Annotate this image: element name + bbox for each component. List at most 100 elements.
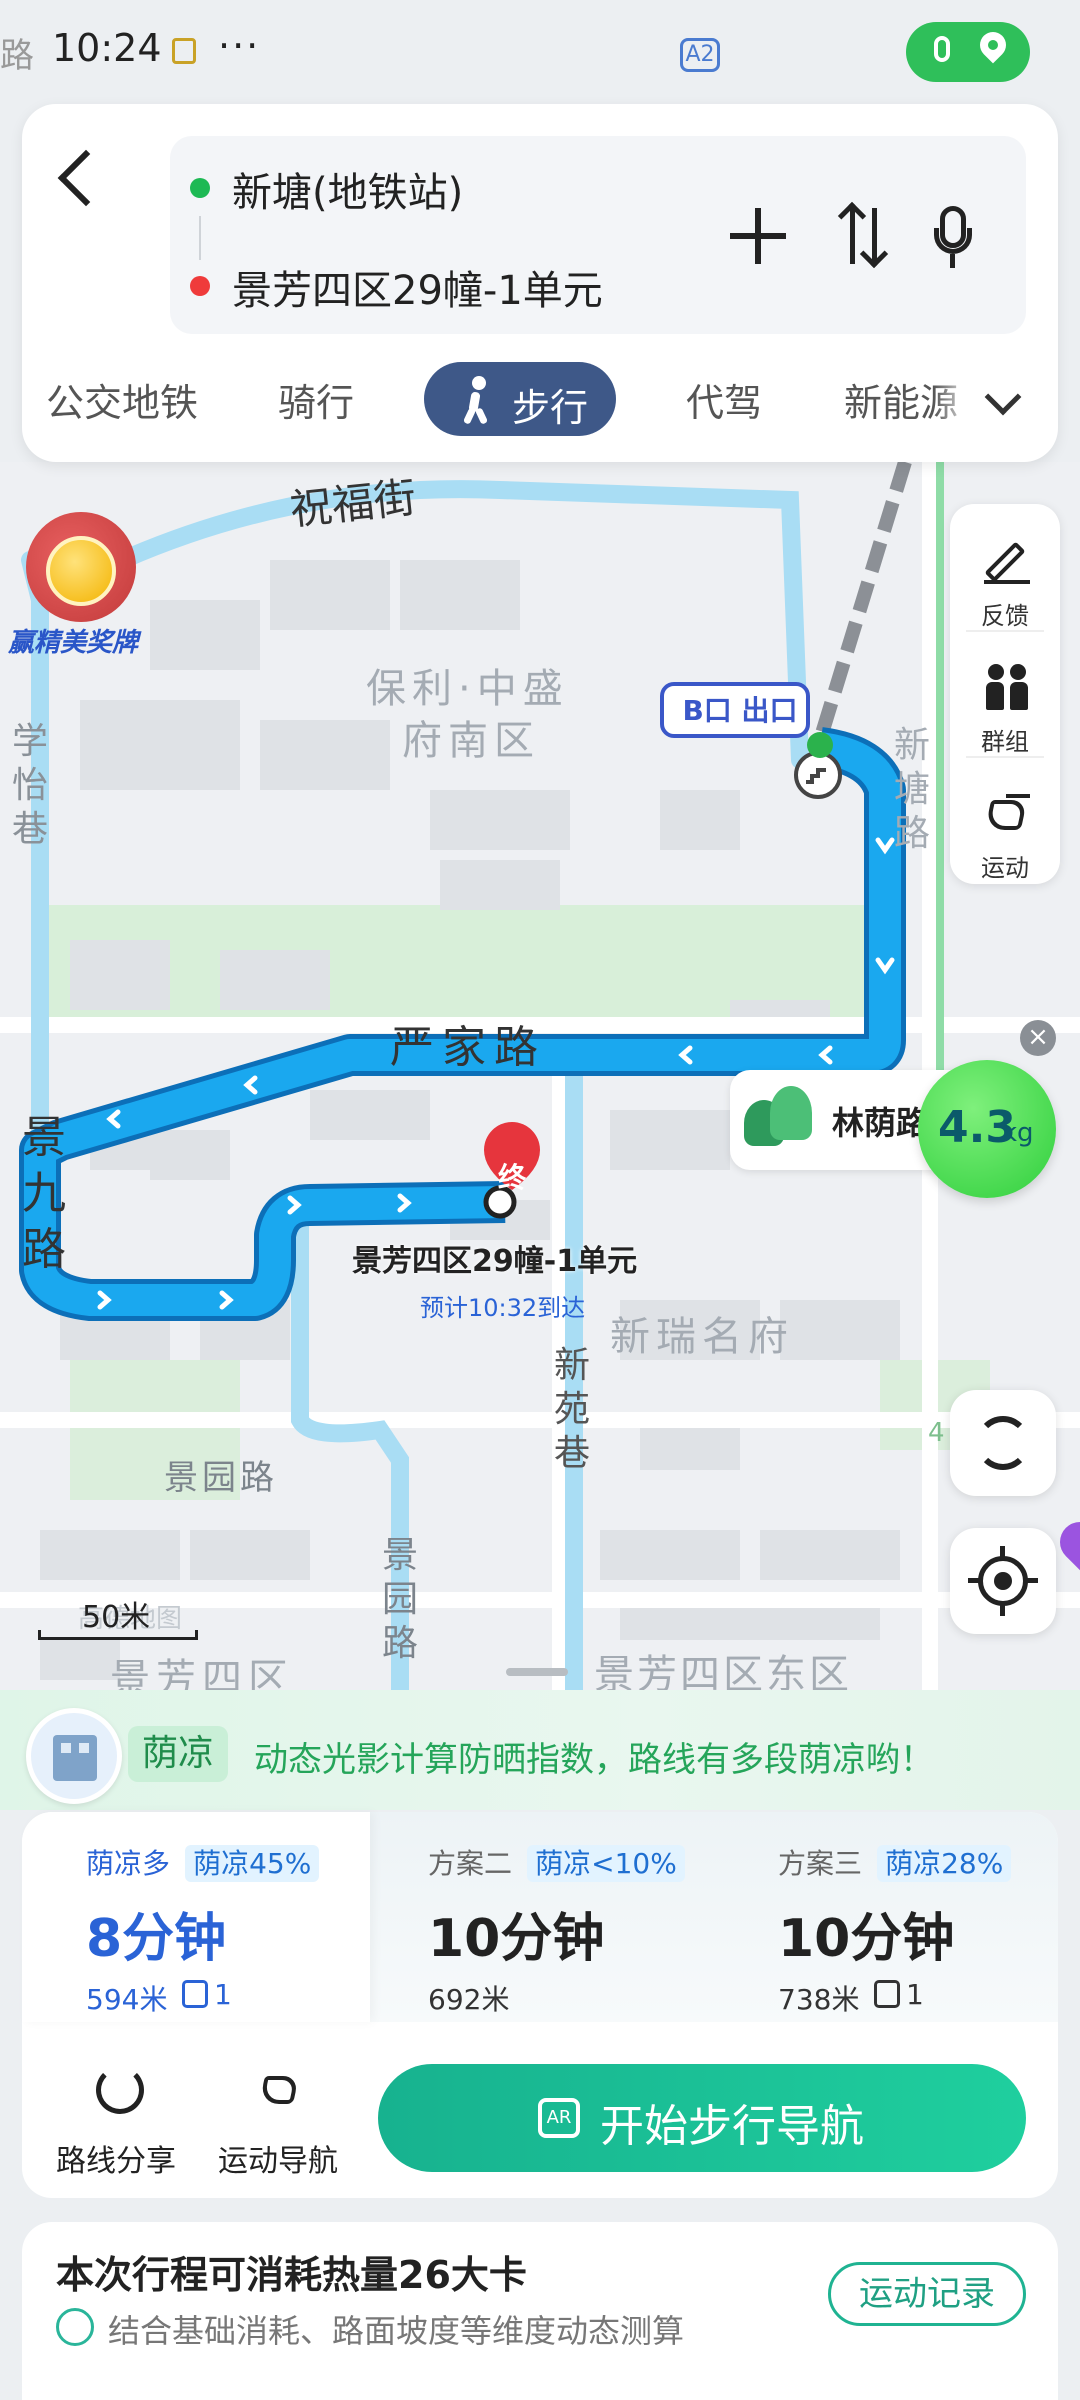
note-icon bbox=[172, 38, 196, 64]
plan-2[interactable]: 方案二 荫凉<10% bbox=[428, 1842, 685, 1882]
tab-fade bbox=[934, 366, 974, 428]
start-walking-nav-label: 开始步行导航 bbox=[600, 2101, 864, 2152]
building-icon bbox=[26, 1708, 122, 1804]
shade-description: 动态光影计算防晒指数，路线有多段荫凉哟！ bbox=[254, 1740, 934, 1780]
refresh-button[interactable] bbox=[950, 1390, 1056, 1496]
plan-1-time: 8分钟 bbox=[86, 1909, 227, 1969]
voice-location-indicator[interactable] bbox=[906, 22, 1030, 82]
sport-shoe-icon bbox=[984, 790, 1030, 836]
road-badge: A2 bbox=[680, 38, 720, 72]
end-dot-icon bbox=[190, 276, 210, 296]
running-shoe-icon bbox=[259, 2068, 304, 2112]
road-label-xueyi: 学怡巷 bbox=[11, 721, 48, 850]
share-icon bbox=[96, 2066, 144, 2114]
plan-1[interactable]: 荫凉多 荫凉45% bbox=[86, 1842, 320, 1882]
traffic-light-icon bbox=[874, 1980, 900, 2008]
plan-1-distance: 594米 bbox=[86, 1983, 168, 2016]
road-label-yanjia: 严家路 bbox=[390, 1022, 546, 1073]
start-dot-icon bbox=[190, 178, 210, 198]
road-label-xinyuan: 新苑巷 bbox=[553, 1345, 590, 1474]
road-label-xintang: 新塘路 bbox=[893, 725, 930, 854]
group-icon bbox=[984, 664, 1030, 710]
calorie-subtitle: 结合基础消耗、路面坡度等维度动态测算 bbox=[108, 2312, 685, 2350]
tab-transit[interactable]: 公交地铁 bbox=[46, 372, 198, 427]
pencil-icon bbox=[984, 538, 1030, 584]
medal-icon bbox=[46, 536, 116, 606]
exercise-record-button[interactable]: 运动记录 bbox=[828, 2262, 1026, 2326]
sport-nav-button[interactable]: 运动导航 bbox=[206, 2060, 356, 2180]
map-tools-panel: 反馈 群组 运动 bbox=[950, 504, 1060, 884]
road-label-jingjiu: 景九路 bbox=[22, 1112, 66, 1275]
destination-name: 景芳四区29幢-1单元 bbox=[352, 1244, 638, 1279]
plan-1-name: 荫凉多 bbox=[86, 1847, 171, 1880]
plan-3-time[interactable]: 10分钟 bbox=[778, 1896, 954, 1971]
road-label-jingyuan-v: 景园路 bbox=[381, 1535, 418, 1664]
scale-bar bbox=[38, 1630, 198, 1640]
start-walking-nav-button[interactable]: AR 开始步行导航 bbox=[378, 2064, 1026, 2172]
tab-walking-label: 步行 bbox=[512, 386, 589, 430]
refresh-icon bbox=[976, 1416, 1030, 1470]
sport-nav-label: 运动导航 bbox=[218, 2144, 338, 2179]
map-view[interactable]: 祝福街 学怡巷 新塘路 严家路 景九路 景园路 景园路 新苑巷 保利·中盛 府南… bbox=[0, 462, 1080, 1690]
plan-3-tag: 荫凉28% bbox=[877, 1845, 1012, 1882]
tool-sport-label: 运动 bbox=[981, 854, 1029, 882]
map-edge-number: 4 bbox=[928, 1418, 945, 1448]
tab-cycling[interactable]: 骑行 bbox=[278, 372, 354, 427]
area-label-baoli-2: 府南区 bbox=[402, 718, 540, 764]
location-pin-icon bbox=[974, 26, 1012, 64]
plan-2-name: 方案二 bbox=[428, 1847, 513, 1880]
locate-button[interactable] bbox=[950, 1528, 1056, 1634]
more-notifications-icon: ··· bbox=[218, 24, 261, 68]
trees-icon bbox=[744, 1086, 814, 1150]
share-route-button[interactable]: 路线分享 bbox=[46, 2060, 196, 2180]
add-waypoint-icon[interactable] bbox=[730, 208, 786, 264]
swap-route-icon[interactable] bbox=[837, 201, 890, 269]
tool-sport[interactable]: 运动 bbox=[950, 770, 1060, 882]
plan-3[interactable]: 方案三 荫凉28% bbox=[778, 1842, 1012, 1882]
traffic-light-icon bbox=[182, 1980, 208, 2008]
plan-1-tag: 荫凉45% bbox=[185, 1845, 320, 1882]
destination-field[interactable]: 景芳四区29幢-1单元 bbox=[232, 258, 603, 316]
tool-group-label: 群组 bbox=[981, 728, 1029, 756]
plan-2-tag: 荫凉<10% bbox=[527, 1845, 685, 1882]
tool-group[interactable]: 群组 bbox=[950, 644, 1060, 756]
tool-feedback-label: 反馈 bbox=[981, 602, 1029, 630]
atom-icon bbox=[56, 2308, 94, 2346]
voice-input-icon[interactable] bbox=[934, 206, 974, 268]
status-bar: 路 10:24 ··· A2 bbox=[0, 0, 1080, 100]
origin-field[interactable]: 新塘(地铁站) bbox=[232, 160, 463, 218]
share-route-label: 路线分享 bbox=[56, 2144, 176, 2179]
tab-walking[interactable]: 步行 bbox=[424, 362, 616, 436]
plan-2-distance: 692米 bbox=[428, 1983, 510, 2016]
area-label-jingfang4: 景芳四区 bbox=[110, 1656, 294, 1690]
shade-badge: 荫凉 bbox=[128, 1726, 228, 1782]
shade-poi-label: 林荫路 bbox=[832, 1104, 929, 1142]
status-left-edge-text: 路 bbox=[0, 36, 34, 76]
status-time: 10:24 bbox=[52, 26, 162, 70]
calorie-title: 本次行程可消耗热量26大卡 bbox=[56, 2253, 527, 2297]
exit-label: B口 出口 bbox=[682, 694, 798, 727]
promo-medal[interactable] bbox=[12, 510, 152, 622]
crosshair-icon bbox=[994, 1572, 1012, 1590]
plan-3-distance: 738米 bbox=[778, 1983, 860, 2016]
area-label-baoli-1: 保利·中盛 bbox=[366, 666, 569, 712]
plan-2-time[interactable]: 10分钟 bbox=[428, 1896, 604, 1971]
road-label-jingyuan-h: 景园路 bbox=[164, 1458, 278, 1498]
plan-3-name: 方案三 bbox=[778, 1847, 863, 1880]
tab-designated-driver[interactable]: 代驾 bbox=[686, 372, 762, 427]
carbon-bubble[interactable]: 4.3 kg bbox=[918, 1060, 1056, 1198]
close-icon[interactable]: × bbox=[1020, 1020, 1056, 1056]
promo-label: 赢精美奖牌 bbox=[8, 628, 139, 658]
carbon-unit: kg bbox=[1002, 1118, 1034, 1148]
tool-feedback[interactable]: 反馈 bbox=[950, 518, 1060, 630]
destination-marker-label: 终 bbox=[497, 1161, 526, 1194]
drag-handle[interactable] bbox=[506, 1668, 568, 1676]
ar-icon: AR bbox=[538, 2098, 580, 2138]
mic-icon bbox=[934, 36, 950, 62]
plan-3-crossings: 1 bbox=[906, 1978, 924, 2011]
area-label-jingfang4-east: 景芳四区东区 bbox=[594, 1652, 852, 1690]
walking-icon bbox=[462, 376, 492, 425]
plan-1-crossings: 1 bbox=[214, 1978, 232, 2011]
route-connector bbox=[199, 216, 201, 260]
destination-eta: 预计10:32到达 bbox=[420, 1294, 586, 1322]
